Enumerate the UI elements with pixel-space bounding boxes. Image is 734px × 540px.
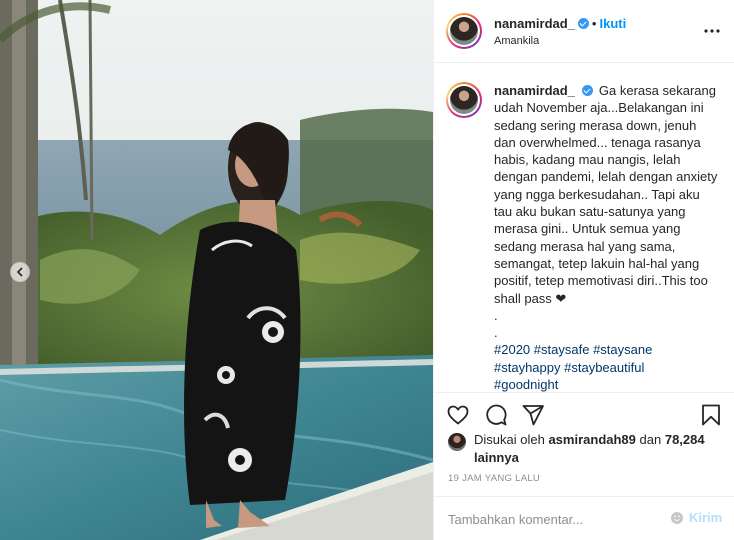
caption-text: Ga kerasa sekarang udah November aja...B…: [494, 83, 721, 306]
hashtag-link[interactable]: #staybeautiful: [564, 360, 644, 375]
post-comment-button[interactable]: Kirim: [689, 510, 722, 525]
bookmark-icon[interactable]: [699, 403, 723, 427]
likes-summary: Disukai oleh asmirandah89 dan 78,284 lai…: [448, 431, 728, 466]
header-user-line: nanamirdad_ • Ikuti: [494, 16, 626, 31]
hashtag-link[interactable]: #goodnight: [494, 377, 558, 392]
caption-dot-2: .: [494, 325, 498, 341]
comment-input[interactable]: [448, 508, 648, 530]
comments-area[interactable]: nanamirdad_ Ga kerasa sekarang udah Novem…: [434, 64, 734, 392]
caption-username[interactable]: nanamirdad_: [494, 83, 575, 98]
heart-icon[interactable]: [446, 403, 470, 427]
caption-verified-badge-icon: [581, 85, 593, 96]
likes-middle: dan: [639, 432, 662, 447]
liker-username[interactable]: asmirandah89: [548, 432, 635, 447]
hashtag-link[interactable]: #staysafe: [534, 342, 590, 357]
hashtag-link[interactable]: #staysane: [593, 342, 652, 357]
hashtag-link[interactable]: #2020: [494, 342, 530, 357]
instagram-post: nanamirdad_ • Ikuti Amankila nanamirdad_ Ga…: [0, 0, 734, 540]
separator-dot: •: [591, 16, 597, 31]
paper-plane-icon[interactable]: [521, 403, 545, 427]
header-username[interactable]: nanamirdad_: [494, 16, 575, 31]
caption: nanamirdad_ Ga kerasa sekarang udah Novem…: [494, 82, 720, 392]
hashtag-link[interactable]: #stayhappy: [494, 360, 561, 375]
emoji-icon[interactable]: [670, 511, 684, 525]
caption-avatar[interactable]: [446, 82, 482, 118]
carousel-prev-button[interactable]: [10, 262, 30, 282]
post-header: nanamirdad_ • Ikuti Amankila: [434, 0, 734, 63]
chevron-left-icon: [16, 267, 23, 277]
likes-prefix: Disukai oleh: [474, 432, 545, 447]
more-options-button[interactable]: [703, 22, 721, 40]
hashtag-list: #2020 #staysafe #staysane #stayhappy #st…: [494, 341, 720, 392]
post-timestamp[interactable]: 19 JAM YANG LALU: [448, 473, 540, 484]
more-dots-icon: [704, 29, 720, 33]
caption-avatar-image: [450, 86, 478, 114]
comment-icon[interactable]: [484, 403, 508, 427]
post-photo[interactable]: [0, 0, 433, 540]
avatar[interactable]: [446, 13, 482, 49]
follow-button[interactable]: Ikuti: [599, 16, 626, 31]
post-image: [0, 0, 433, 540]
avatar-image: [450, 17, 478, 45]
liker-avatar[interactable]: [448, 433, 466, 451]
comment-box: Kirim: [434, 496, 734, 540]
post-sidebar: nanamirdad_ • Ikuti Amankila nanamirdad_ Ga…: [433, 0, 734, 540]
location-link[interactable]: Amankila: [494, 35, 539, 47]
verified-badge-icon: [577, 18, 589, 29]
caption-dot-1: .: [494, 307, 498, 323]
